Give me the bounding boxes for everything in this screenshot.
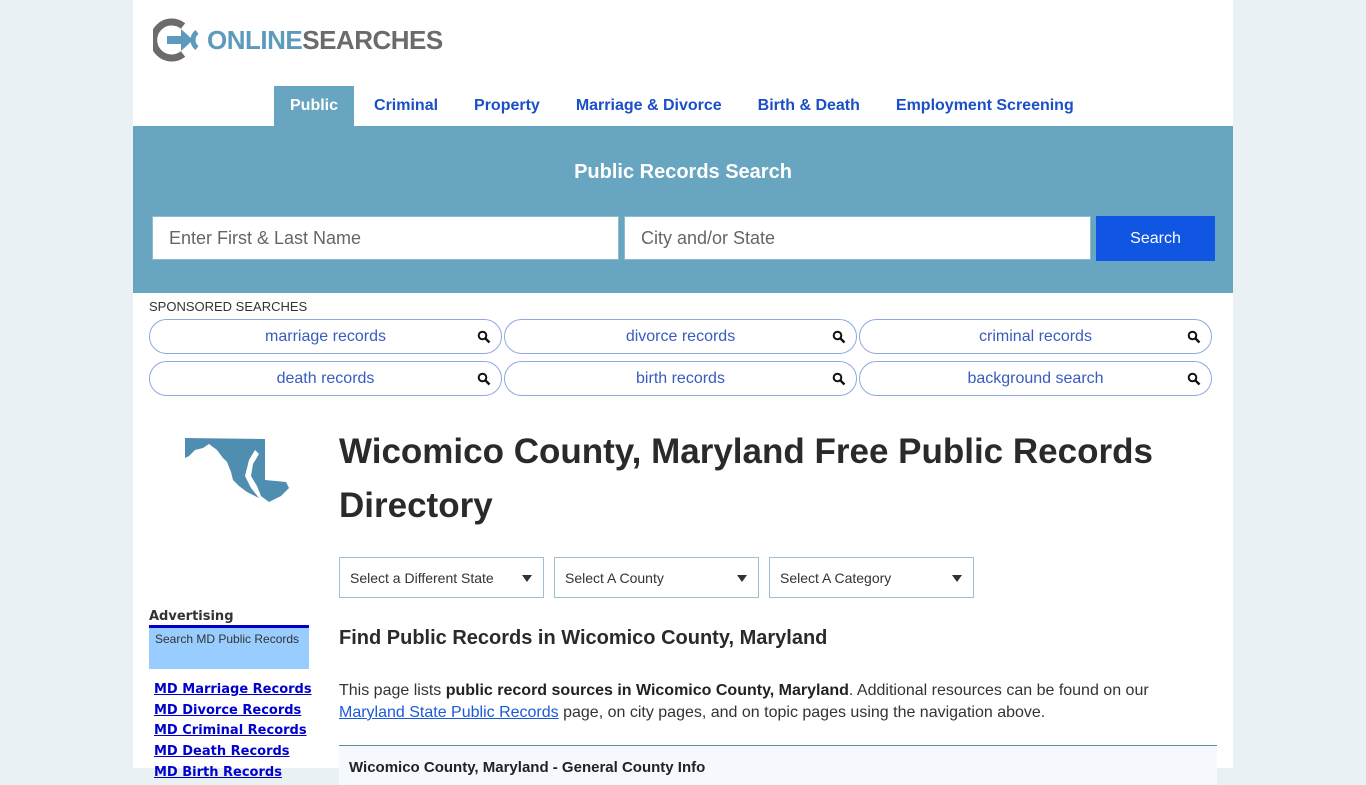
general-info-box: Wicomico County, Maryland - General Coun… <box>339 745 1217 785</box>
intro-paragraph: This page lists public record sources in… <box>339 680 1219 724</box>
magnifier-icon <box>1187 330 1201 344</box>
magnifier-icon <box>477 372 491 386</box>
magnifier-icon <box>477 330 491 344</box>
intro-bold: public record sources in Wicomico County… <box>445 682 849 699</box>
sponsored-label: SPONSORED SEARCHES <box>149 299 308 314</box>
advertising-title: Advertising <box>149 609 234 624</box>
intro-text: . Additional resources can be found on o… <box>848 682 1149 699</box>
sponsored-item[interactable]: divorce records <box>504 319 857 354</box>
sponsored-item-label: divorce records <box>625 328 736 345</box>
county-select[interactable]: Select A County <box>554 557 759 598</box>
main-nav: Public Criminal Property Marriage & Divo… <box>274 86 1094 126</box>
nav-birth-death[interactable]: Birth & Death <box>742 86 876 126</box>
name-input[interactable] <box>152 216 619 260</box>
logo-text: ONLINESEARCHES <box>207 24 443 55</box>
magnifier-icon <box>1187 372 1201 386</box>
nav-criminal[interactable]: Criminal <box>358 86 454 126</box>
sponsored-searches: marriage records divorce records crimina… <box>149 319 1215 396</box>
state-records-link[interactable]: Maryland State Public Records <box>339 704 559 721</box>
ad-link-death[interactable]: MD Death Records <box>154 742 312 763</box>
ad-link-marriage[interactable]: MD Marriage Records <box>154 680 312 701</box>
sponsored-item-label: criminal records <box>979 328 1092 345</box>
dropdown-arrow-icon <box>952 575 962 582</box>
page-container: ONLINESEARCHES Public Criminal Property … <box>133 0 1233 785</box>
dropdown-arrow-icon <box>737 575 747 582</box>
sponsored-item[interactable]: death records <box>149 361 502 396</box>
site-logo[interactable]: ONLINESEARCHES <box>153 18 443 62</box>
nav-employment-screening[interactable]: Employment Screening <box>880 86 1090 126</box>
sponsored-item-label: marriage records <box>265 328 386 345</box>
county-select-value: Select A County <box>565 570 664 586</box>
page-title: Wicomico County, Maryland Free Public Re… <box>339 432 1153 525</box>
state-select-value: Select a Different State <box>350 570 494 586</box>
sponsored-item[interactable]: marriage records <box>149 319 502 354</box>
magnifier-icon <box>832 372 846 386</box>
sponsored-item-label: background search <box>967 370 1104 387</box>
sponsored-item-label: birth records <box>636 370 725 387</box>
ad-link-criminal[interactable]: MD Criminal Records <box>154 721 312 742</box>
sponsored-item[interactable]: birth records <box>504 361 857 396</box>
ad-link-divorce[interactable]: MD Divorce Records <box>154 701 312 722</box>
sponsored-item[interactable]: background search <box>859 361 1212 396</box>
sponsored-item[interactable]: criminal records <box>859 319 1212 354</box>
location-input[interactable] <box>624 216 1091 260</box>
category-select[interactable]: Select A Category <box>769 557 974 598</box>
search-title: Public Records Search <box>574 161 792 183</box>
search-band: Public Records Search Search <box>133 126 1233 293</box>
dropdown-arrow-icon <box>522 575 532 582</box>
sponsored-item-label: death records <box>276 370 375 387</box>
state-select[interactable]: Select a Different State <box>339 557 544 598</box>
ad-link-birth[interactable]: MD Birth Records <box>154 763 312 784</box>
nav-public[interactable]: Public <box>274 86 355 126</box>
search-button[interactable]: Search <box>1096 216 1215 261</box>
category-select-value: Select A Category <box>780 570 892 586</box>
maryland-map-icon <box>185 438 289 502</box>
filter-selects: Select a Different State Select A County… <box>339 557 984 598</box>
intro-text: This page lists <box>339 682 446 699</box>
intro-text: page, on city pages, and on topic pages … <box>558 704 1046 721</box>
nav-property[interactable]: Property <box>458 86 556 126</box>
nav-marriage-divorce[interactable]: Marriage & Divorce <box>560 86 738 126</box>
section-title: Find Public Records in Wicomico County, … <box>339 627 828 649</box>
magnifier-icon <box>832 330 846 344</box>
advertising-box: Search MD Public Records <box>149 625 309 669</box>
logo-icon <box>153 18 199 62</box>
